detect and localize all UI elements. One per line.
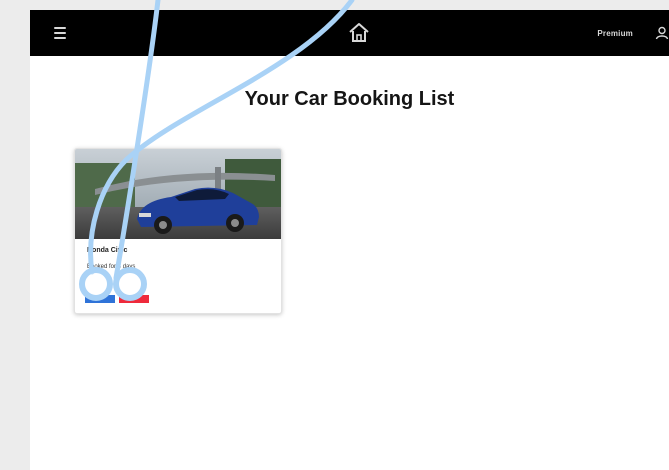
booking-actions	[85, 295, 153, 303]
top-navbar: Premium	[30, 10, 669, 56]
booking-card: Honda Civic Booked for 3 days	[74, 148, 282, 314]
edit-booking-button[interactable]	[85, 295, 115, 303]
car-image	[75, 149, 281, 239]
car-name: Honda Civic	[87, 247, 128, 254]
hamburger-menu-icon[interactable]	[54, 27, 66, 39]
booking-duration: Booked for 3 days	[87, 264, 136, 270]
cancel-booking-button[interactable]	[119, 295, 149, 303]
premium-link[interactable]: Premium	[597, 29, 633, 38]
app-page: Premium Your Car Booking List Honda Civi…	[30, 10, 669, 470]
user-icon[interactable]	[655, 26, 669, 40]
page-title: Your Car Booking List	[244, 88, 455, 110]
navbar-right-group: Premium	[597, 10, 669, 56]
booking-card-body: Honda Civic Booked for 3 days	[87, 247, 273, 270]
home-icon[interactable]	[346, 20, 372, 46]
